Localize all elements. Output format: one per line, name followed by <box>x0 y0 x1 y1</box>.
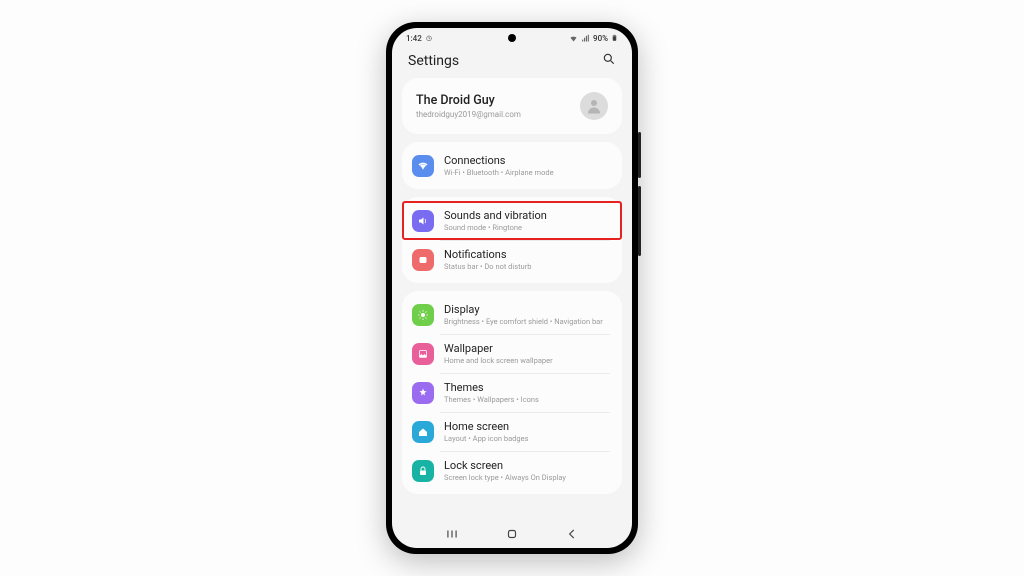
settings-item-sub: Themes • Wallpapers • Icons <box>444 395 539 404</box>
settings-item-sub: Sound mode • Ringtone <box>444 223 547 232</box>
wifi-icon <box>412 155 434 177</box>
settings-item-title: Themes <box>444 381 539 394</box>
settings-item-title: Sounds and vibration <box>444 209 547 222</box>
settings-list[interactable]: The Droid Guy thedroidguy2019@gmail.com … <box>392 78 632 522</box>
settings-item-sub: Home and lock screen wallpaper <box>444 356 553 365</box>
home-button[interactable] <box>505 527 519 541</box>
volume-button <box>638 132 641 178</box>
settings-group: Display Brightness • Eye comfort shield … <box>402 291 622 494</box>
back-button[interactable] <box>565 527 579 541</box>
app-bar: Settings <box>392 48 632 78</box>
navigation-bar <box>392 522 632 548</box>
recents-icon <box>445 527 459 541</box>
signal-icon <box>581 34 590 43</box>
settings-item-title: Display <box>444 303 603 316</box>
alarm-icon <box>425 34 433 42</box>
settings-item-wallpaper[interactable]: Wallpaper Home and lock screen wallpaper <box>402 334 622 373</box>
display-icon <box>412 304 434 326</box>
account-email: thedroidguy2019@gmail.com <box>416 110 521 119</box>
settings-item-title: Wallpaper <box>444 342 553 355</box>
settings-group: Sounds and vibration Sound mode • Ringto… <box>402 197 622 283</box>
settings-item-sub: Wi-Fi • Bluetooth • Airplane mode <box>444 168 554 177</box>
sound-icon <box>412 210 434 232</box>
account-card[interactable]: The Droid Guy thedroidguy2019@gmail.com <box>402 78 622 134</box>
settings-item-title: Home screen <box>444 420 528 433</box>
front-camera <box>508 34 516 42</box>
avatar <box>580 92 608 120</box>
battery-icon <box>611 33 618 43</box>
home-icon <box>412 421 434 443</box>
settings-item-lock-screen[interactable]: Lock screen Screen lock type • Always On… <box>402 451 622 490</box>
settings-item-sub: Layout • App icon badges <box>444 434 528 443</box>
themes-icon <box>412 382 434 404</box>
lock-icon <box>412 460 434 482</box>
home-nav-icon <box>505 527 519 541</box>
settings-item-home-screen[interactable]: Home screen Layout • App icon badges <box>402 412 622 451</box>
search-button[interactable] <box>602 52 616 70</box>
status-time: 1:42 <box>406 34 422 43</box>
settings-group: Connections Wi-Fi • Bluetooth • Airplane… <box>402 142 622 189</box>
settings-item-title: Lock screen <box>444 459 566 472</box>
settings-item-sub: Status bar • Do not disturb <box>444 262 531 271</box>
account-name: The Droid Guy <box>416 93 521 108</box>
wifi-status-icon <box>569 34 578 43</box>
phone-frame: 1:42 90% Settings The Droid Guy <box>386 22 638 554</box>
page-title: Settings <box>408 53 459 69</box>
settings-item-sub: Screen lock type • Always On Display <box>444 473 566 482</box>
back-icon <box>565 527 579 541</box>
settings-item-themes[interactable]: Themes Themes • Wallpapers • Icons <box>402 373 622 412</box>
battery-percent: 90% <box>593 34 608 43</box>
recents-button[interactable] <box>445 527 459 541</box>
search-icon <box>602 52 616 66</box>
settings-item-display[interactable]: Display Brightness • Eye comfort shield … <box>402 295 622 334</box>
settings-item-sounds[interactable]: Sounds and vibration Sound mode • Ringto… <box>402 201 622 240</box>
settings-item-title: Connections <box>444 154 554 167</box>
settings-item-sub: Brightness • Eye comfort shield • Naviga… <box>444 317 603 326</box>
power-button <box>638 186 641 256</box>
settings-item-notifications[interactable]: Notifications Status bar • Do not distur… <box>402 240 622 279</box>
notification-icon <box>412 249 434 271</box>
wallpaper-icon <box>412 343 434 365</box>
settings-item-title: Notifications <box>444 248 531 261</box>
settings-item-connections[interactable]: Connections Wi-Fi • Bluetooth • Airplane… <box>402 146 622 185</box>
screen: 1:42 90% Settings The Droid Guy <box>392 28 632 548</box>
